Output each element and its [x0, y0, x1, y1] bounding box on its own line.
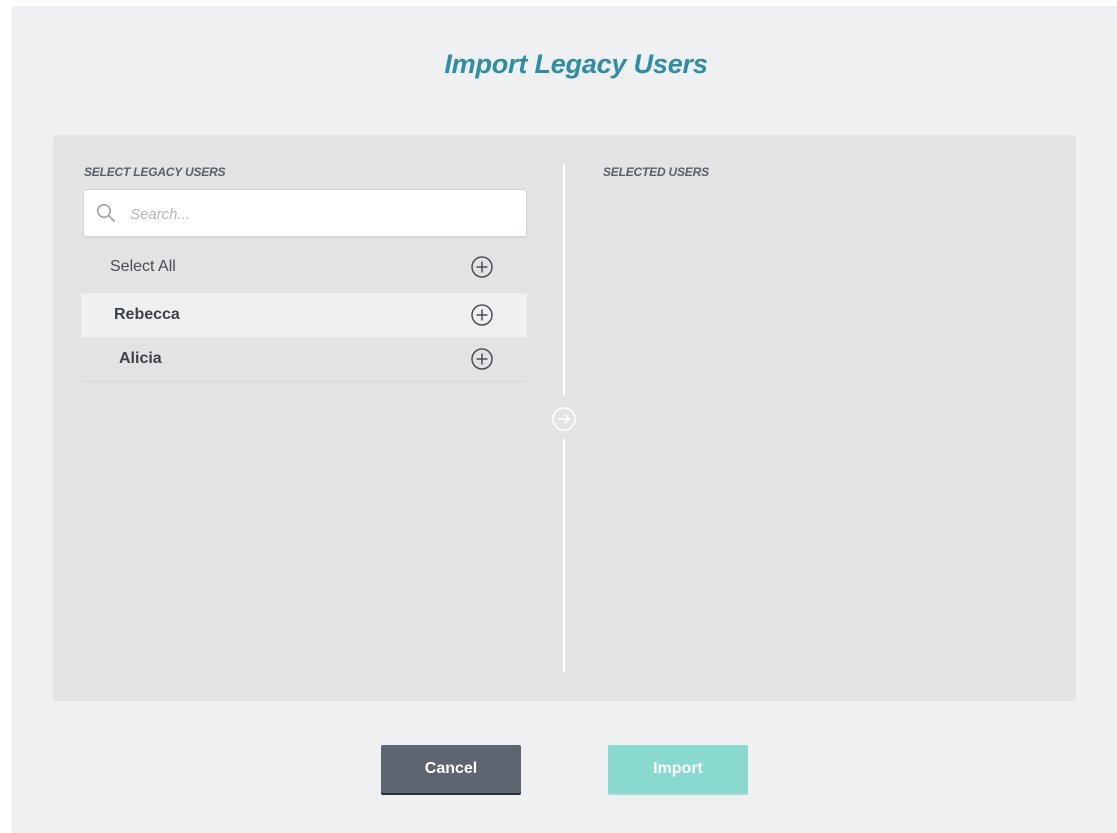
add-all-icon[interactable] [470, 255, 494, 279]
import-legacy-users-dialog: Import Legacy Users SELECT LEGACY USERS … [12, 6, 1117, 833]
select-legacy-users-label: SELECT LEGACY USERS [84, 165, 226, 179]
add-user-icon[interactable] [470, 303, 494, 327]
select-all-label: Select All [110, 258, 176, 275]
select-all-row[interactable]: Select All [81, 245, 527, 289]
divider-line [563, 164, 565, 395]
move-right-arrow-icon[interactable] [551, 406, 577, 432]
add-user-icon[interactable] [470, 347, 494, 371]
selected-users-label: SELECTED USERS [603, 165, 709, 179]
divider-line [563, 439, 565, 672]
search-input[interactable] [128, 202, 512, 226]
user-name: Alicia [119, 350, 162, 367]
import-button[interactable]: Import [608, 745, 748, 793]
list-item[interactable]: Alicia [81, 337, 527, 382]
dialog-title: Import Legacy Users [444, 49, 708, 79]
list-item[interactable]: Rebecca [81, 293, 527, 337]
user-name: Rebecca [114, 306, 180, 323]
cancel-button[interactable]: Cancel [381, 745, 521, 793]
search-box[interactable] [83, 189, 527, 237]
legacy-users-list: Select All Rebecca Alicia [81, 245, 527, 382]
user-transfer-panel: SELECT LEGACY USERS SELECTED USERS Selec… [53, 135, 1076, 701]
search-icon [97, 204, 115, 222]
